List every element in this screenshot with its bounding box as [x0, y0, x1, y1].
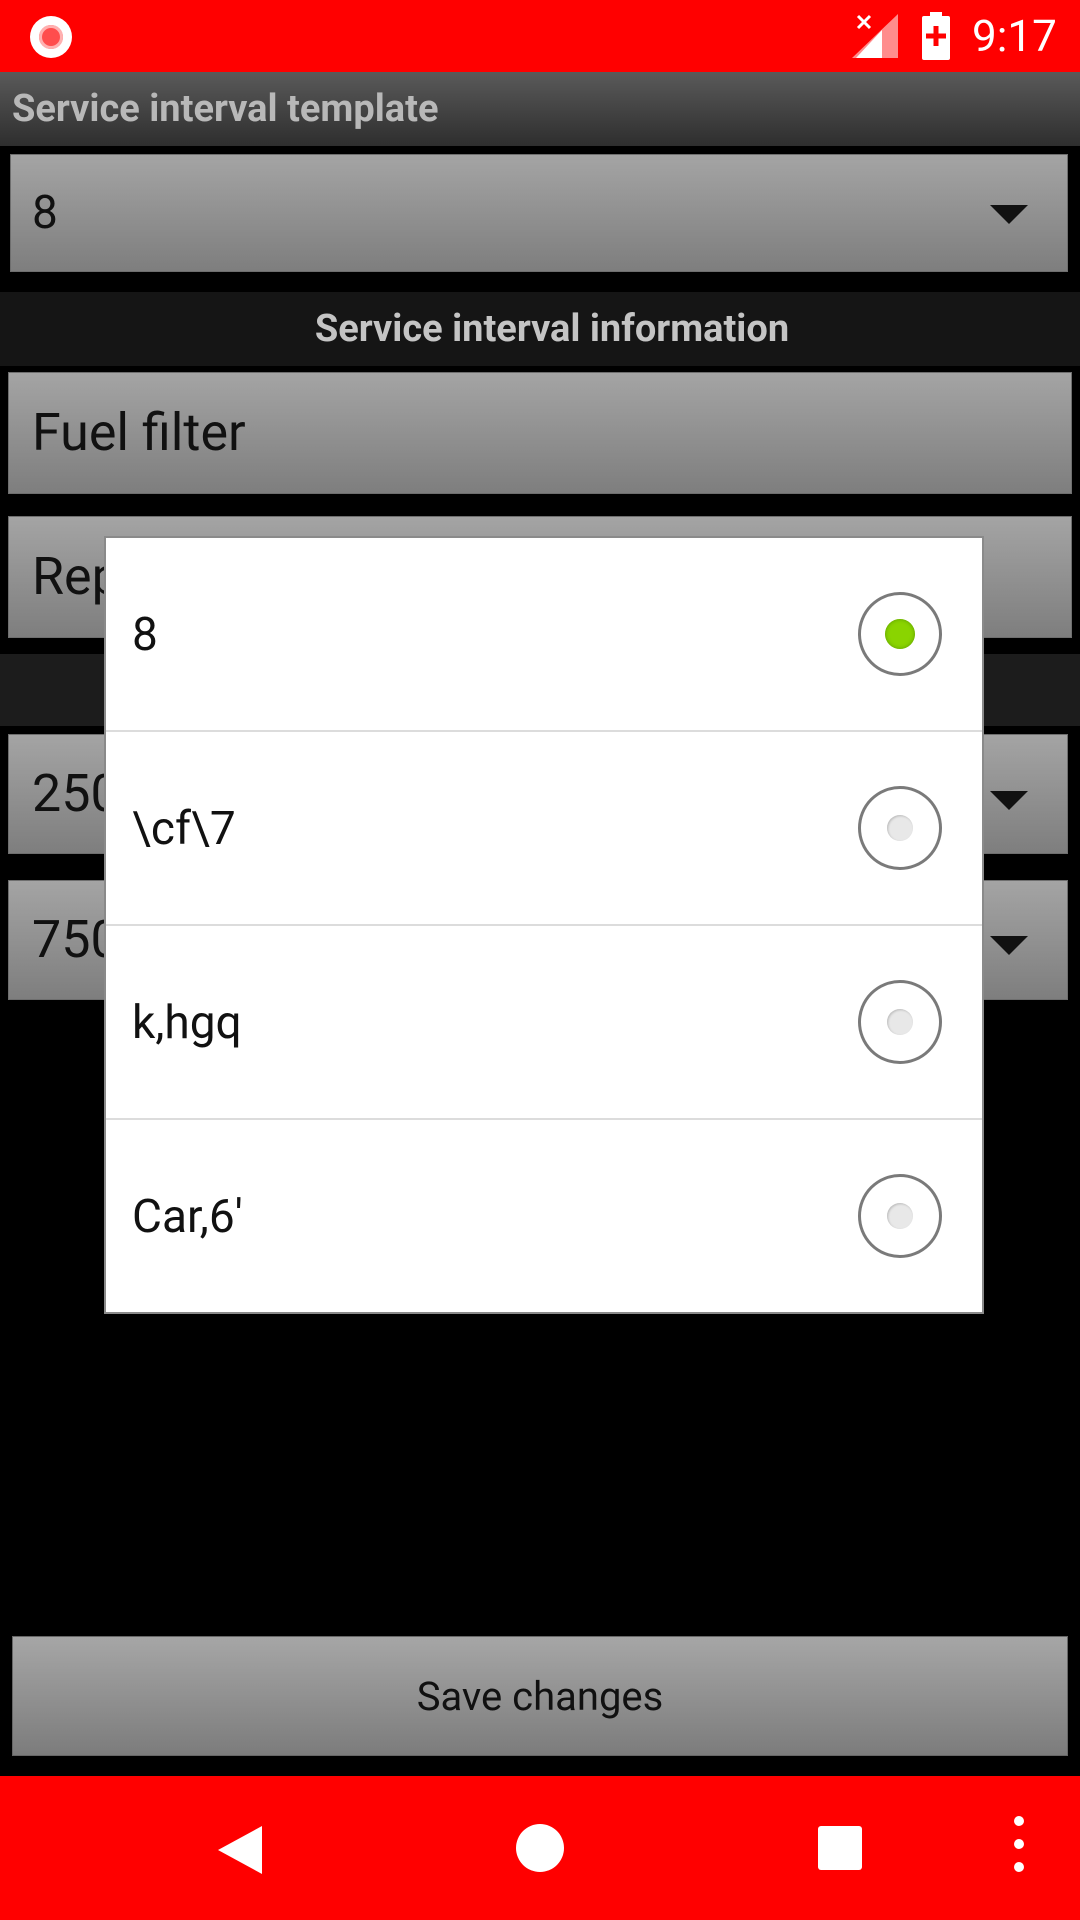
back-icon[interactable] — [218, 1826, 262, 1874]
chevron-down-icon — [990, 936, 1028, 955]
service-name-value: Fuel filter — [32, 402, 246, 463]
template-spinner[interactable] — [10, 154, 1068, 272]
status-bar — [0, 0, 1080, 72]
template-spinner-value: 8 — [32, 186, 58, 240]
dialog-option[interactable]: \cf\7 — [106, 732, 982, 926]
more-icon[interactable] — [1012, 1816, 1026, 1880]
no-signal-icon — [852, 14, 898, 58]
clock: 9:17 — [972, 10, 1057, 62]
dialog-option[interactable]: k,hgq — [106, 926, 982, 1120]
radio-dot — [887, 1009, 913, 1035]
option-label: k,hgq — [132, 996, 242, 1050]
dialog-option[interactable]: Car,6' — [106, 1120, 982, 1314]
dialog-option[interactable]: 8 — [106, 538, 982, 732]
option-label: Car,6' — [132, 1190, 243, 1244]
recents-icon[interactable] — [818, 1826, 862, 1870]
radio-button-checked[interactable] — [858, 592, 942, 676]
template-choice-dialog: 8 \cf\7 k,hgq Car,6' — [104, 536, 984, 1314]
template-section-title: Service interval template — [12, 87, 439, 131]
radio-button[interactable] — [858, 1174, 942, 1258]
chevron-down-icon — [990, 791, 1028, 810]
radio-dot — [887, 1203, 913, 1229]
radio-button[interactable] — [858, 786, 942, 870]
save-button[interactable]: Save changes — [12, 1636, 1068, 1756]
radio-dot — [887, 815, 913, 841]
info-section-title: Service interval information — [314, 307, 790, 351]
option-label: \cf\7 — [132, 802, 236, 856]
chevron-down-icon — [990, 205, 1028, 224]
radio-dot — [885, 619, 915, 649]
record-indicator-icon — [30, 16, 72, 58]
home-icon[interactable] — [516, 1824, 564, 1872]
option-label: 8 — [132, 608, 158, 662]
battery-charging-icon — [922, 12, 950, 60]
radio-button[interactable] — [858, 980, 942, 1064]
